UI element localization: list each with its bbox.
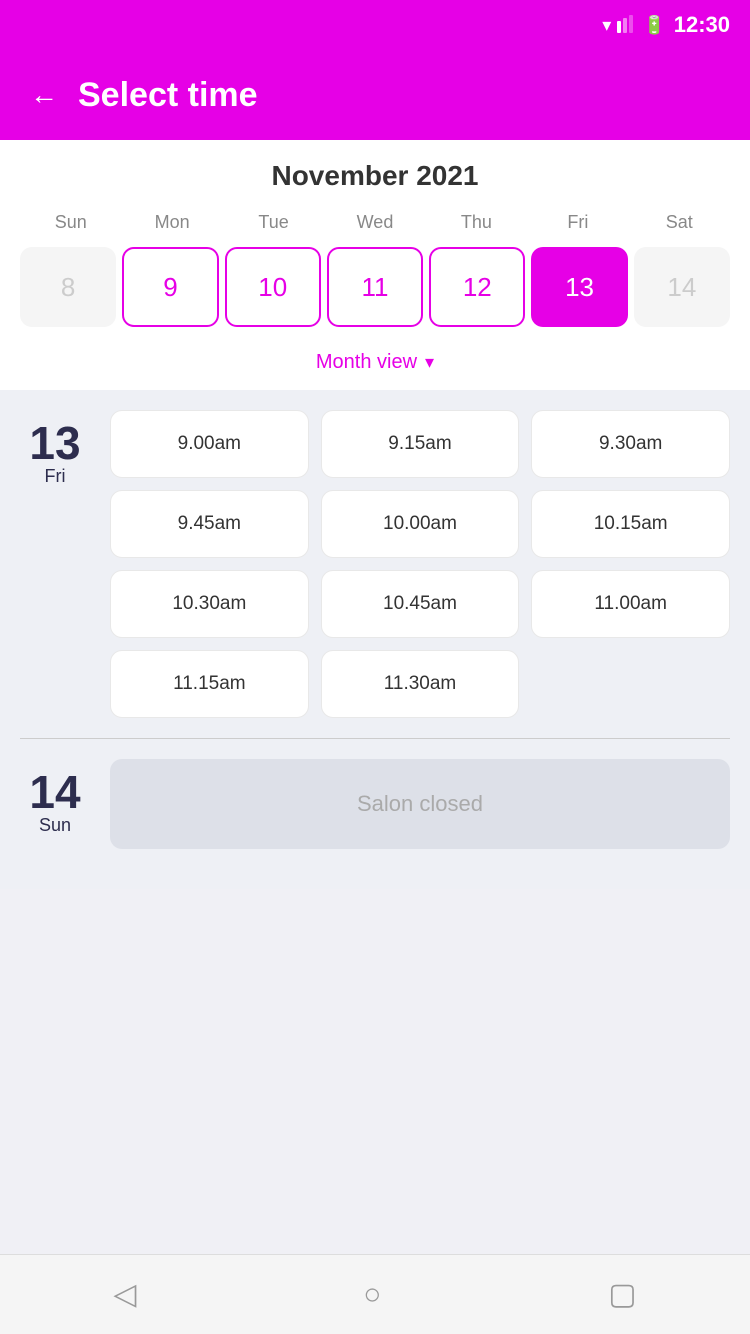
schedule-section: 13 Fri 9.00am 9.15am 9.30am 9.45am 10.00… bbox=[0, 390, 750, 889]
time-slot-1000am[interactable]: 10.00am bbox=[321, 490, 520, 558]
day-header-fri: Fri bbox=[527, 208, 628, 237]
day-label-13: 13 Fri bbox=[20, 410, 90, 718]
status-time: 12:30 bbox=[674, 12, 730, 38]
day-cell-11[interactable]: 11 bbox=[327, 247, 423, 327]
day-label-14: 14 Sun bbox=[20, 759, 90, 849]
chevron-down-icon: ▾ bbox=[425, 352, 434, 373]
time-slot-945am[interactable]: 9.45am bbox=[110, 490, 309, 558]
month-view-toggle[interactable]: Month view ▾ bbox=[20, 341, 730, 390]
status-bar: ▾ 🔋 12:30 bbox=[0, 0, 750, 50]
day-header-tue: Tue bbox=[223, 208, 324, 237]
day-header-sun: Sun bbox=[20, 208, 121, 237]
nav-home-button[interactable]: ○ bbox=[363, 1278, 381, 1312]
day-cell-13[interactable]: 13 bbox=[531, 247, 627, 327]
month-title: November 2021 bbox=[20, 160, 730, 192]
nav-back-button[interactable]: ◁ bbox=[113, 1277, 136, 1312]
wifi-icon: ▾ bbox=[602, 15, 611, 36]
day-cells: 8 9 10 11 12 13 14 bbox=[20, 247, 730, 327]
salon-closed-box: Salon closed bbox=[110, 759, 730, 849]
salon-closed-label: Salon closed bbox=[357, 791, 483, 817]
day-name-13: Fri bbox=[45, 466, 66, 487]
time-slot-1015am[interactable]: 10.15am bbox=[531, 490, 730, 558]
signal-icon bbox=[617, 13, 637, 38]
day-cell-12[interactable]: 12 bbox=[429, 247, 525, 327]
day-header-sat: Sat bbox=[629, 208, 730, 237]
day-header-mon: Mon bbox=[121, 208, 222, 237]
day-header-wed: Wed bbox=[324, 208, 425, 237]
time-slot-1045am[interactable]: 10.45am bbox=[321, 570, 520, 638]
divider bbox=[20, 738, 730, 739]
day-cell-14[interactable]: 14 bbox=[634, 247, 730, 327]
battery-icon: 🔋 bbox=[643, 15, 665, 36]
back-button[interactable]: ← bbox=[30, 79, 58, 111]
day-cell-9[interactable]: 9 bbox=[122, 247, 218, 327]
app-header: ← Select time bbox=[0, 50, 750, 140]
day-block-14: 14 Sun Salon closed bbox=[20, 759, 730, 849]
time-slot-1130am[interactable]: 11.30am bbox=[321, 650, 520, 718]
day-block-13: 13 Fri 9.00am 9.15am 9.30am 9.45am 10.00… bbox=[20, 410, 730, 718]
bottom-nav: ◁ ○ ▢ bbox=[0, 1254, 750, 1334]
time-slot-1115am[interactable]: 11.15am bbox=[110, 650, 309, 718]
time-slot-930am[interactable]: 9.30am bbox=[531, 410, 730, 478]
day-header-thu: Thu bbox=[426, 208, 527, 237]
day-name-14: Sun bbox=[39, 815, 71, 836]
calendar-section: November 2021 Sun Mon Tue Wed Thu Fri Sa… bbox=[0, 140, 750, 390]
time-slot-1030am[interactable]: 10.30am bbox=[110, 570, 309, 638]
month-view-label: Month view bbox=[316, 351, 417, 374]
time-slot-900am[interactable]: 9.00am bbox=[110, 410, 309, 478]
day-number-14: 14 bbox=[29, 769, 80, 815]
status-icons: ▾ 🔋 bbox=[602, 13, 665, 38]
day-number-13: 13 bbox=[29, 420, 80, 466]
time-slots-13: 9.00am 9.15am 9.30am 9.45am 10.00am 10.1… bbox=[110, 410, 730, 718]
time-slot-915am[interactable]: 9.15am bbox=[321, 410, 520, 478]
nav-recent-button[interactable]: ▢ bbox=[608, 1277, 636, 1312]
day-headers: Sun Mon Tue Wed Thu Fri Sat bbox=[20, 208, 730, 237]
day-cell-10[interactable]: 10 bbox=[225, 247, 321, 327]
page-title: Select time bbox=[78, 76, 258, 115]
day-cell-8[interactable]: 8 bbox=[20, 247, 116, 327]
time-slot-1100am[interactable]: 11.00am bbox=[531, 570, 730, 638]
